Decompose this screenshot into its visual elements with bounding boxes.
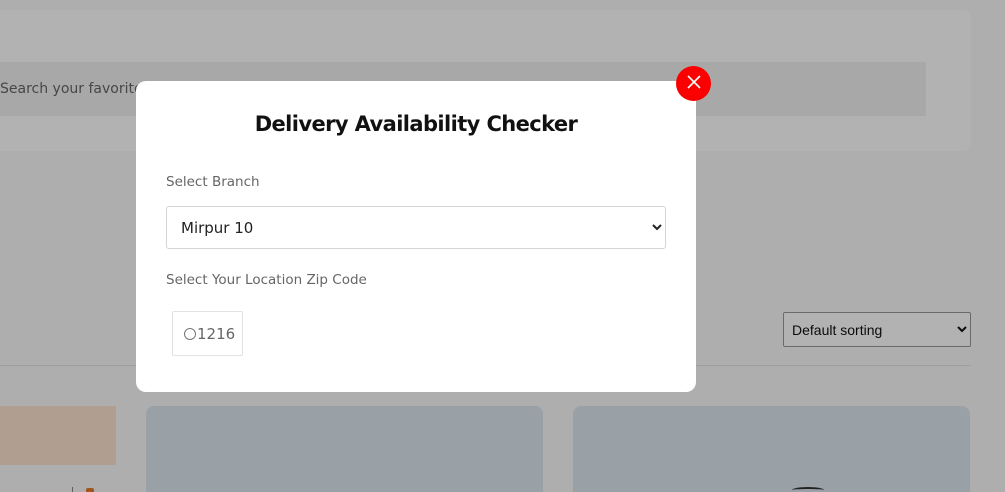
branch-label: Select Branch — [166, 174, 260, 190]
delivery-checker-modal: Delivery Availability Checker Select Bra… — [136, 81, 696, 392]
zip-radio[interactable] — [184, 327, 196, 340]
zip-option-label: 1216 — [197, 324, 236, 343]
branch-select[interactable]: Mirpur 10 — [166, 206, 666, 249]
zip-code-label: Select Your Location Zip Code — [166, 272, 367, 288]
zip-option[interactable]: 1216 — [172, 311, 243, 356]
close-icon — [686, 75, 701, 92]
modal-title: Delivery Availability Checker — [254, 112, 578, 136]
close-button[interactable] — [676, 66, 711, 101]
